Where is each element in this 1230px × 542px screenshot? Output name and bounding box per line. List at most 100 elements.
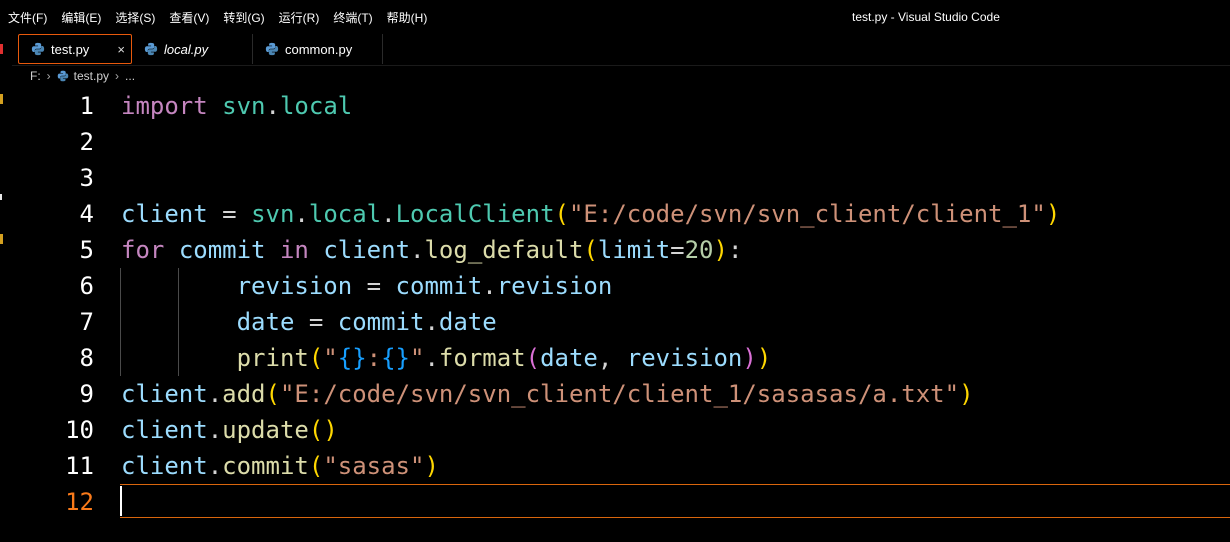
code-token: ( xyxy=(583,236,598,264)
python-icon xyxy=(57,70,68,82)
code-token: client xyxy=(323,236,411,264)
line-number: 8 xyxy=(79,344,94,372)
code-token: {} xyxy=(337,344,367,372)
code-token: ) xyxy=(959,380,974,408)
code-line[interactable]: 9 client.add("E:/code/svn/svn_client/clie… xyxy=(12,376,1230,412)
code-token: = xyxy=(207,200,252,228)
menu-edit[interactable]: 编辑(E) xyxy=(61,9,101,26)
code-token: ( xyxy=(554,200,569,228)
code-token: client xyxy=(121,380,208,408)
code-token: ( xyxy=(265,380,280,408)
code-line[interactable]: 8 print("{}:{}".format(date, revision)) xyxy=(12,340,1230,376)
code-line[interactable]: 4 client = svn.local.LocalClient("E:/code… xyxy=(12,196,1230,232)
breadcrumb: F: › test.py › ... xyxy=(12,66,135,86)
code-token: date xyxy=(236,308,295,336)
code-token: "E:/code/svn/svn_client/client_1" xyxy=(568,200,1046,228)
python-icon xyxy=(144,42,158,56)
code-token: ) xyxy=(742,344,757,372)
code-token: " xyxy=(323,344,338,372)
code-token: client xyxy=(121,416,208,444)
edge-marker xyxy=(0,44,3,54)
breadcrumb-file[interactable]: test.py xyxy=(74,69,109,83)
code-token: commit xyxy=(178,236,266,264)
code-text: client = svn.local.LocalClient("E:/code/… xyxy=(121,196,1060,232)
chevron-right-icon: › xyxy=(115,69,120,83)
menu-selection[interactable]: 选择(S) xyxy=(115,9,155,26)
code-text: client.add("E:/code/svn/svn_client/clien… xyxy=(121,376,974,412)
code-token: commit xyxy=(337,308,425,336)
menu-file[interactable]: 文件(F) xyxy=(8,9,47,26)
line-number: 9 xyxy=(79,380,94,408)
code-token: LocalClient xyxy=(395,200,555,228)
breadcrumb-drive[interactable]: F: xyxy=(30,69,41,83)
code-token: date xyxy=(438,308,497,336)
code-line[interactable]: 3 xyxy=(12,160,1230,196)
left-edge xyxy=(0,34,12,542)
code-token: "sasas" xyxy=(323,452,425,480)
menu-bar: 文件(F) 编辑(E) 选择(S) 查看(V) 转到(G) 运行(R) 终端(T… xyxy=(0,0,441,34)
code-token: . xyxy=(294,200,309,228)
menu-view[interactable]: 查看(V) xyxy=(169,9,209,26)
tab-test-py[interactable]: test.py × xyxy=(18,34,132,64)
code-line[interactable]: 1 import svn.local xyxy=(12,88,1230,124)
python-icon xyxy=(31,42,45,56)
code-token: . xyxy=(410,236,425,264)
code-token: "E:/code/svn/svn_client/client_1/sasasas… xyxy=(279,380,960,408)
code-token: ( xyxy=(308,452,324,480)
code-token: commit xyxy=(222,452,309,480)
tab-label: test.py xyxy=(51,41,90,57)
breadcrumb-more[interactable]: ... xyxy=(125,69,135,83)
line-number: 4 xyxy=(79,200,94,228)
code-token: ) xyxy=(424,452,439,480)
code-text: client.commit("sasas") xyxy=(121,448,439,484)
menu-help[interactable]: 帮助(H) xyxy=(387,9,428,26)
code-token: ( xyxy=(308,416,324,444)
code-token: revision xyxy=(496,272,613,300)
code-token: client xyxy=(121,200,208,228)
line-number: 10 xyxy=(65,416,94,444)
code-token: ) xyxy=(323,416,338,444)
line-number: 12 xyxy=(65,488,94,516)
code-token: import xyxy=(121,92,208,120)
menu-go[interactable]: 转到(G) xyxy=(223,9,264,26)
edge-marker xyxy=(0,234,3,244)
code-line[interactable]: 12 xyxy=(12,484,1230,520)
code-editor[interactable]: 1 import svn.local 2 3 4 client = svn.local.L… xyxy=(12,88,1230,542)
menu-terminal[interactable]: 终端(T) xyxy=(333,9,372,26)
code-token: : xyxy=(727,236,743,264)
code-line[interactable]: 10 client.update() xyxy=(12,412,1230,448)
code-token: . xyxy=(424,308,439,336)
code-token: for xyxy=(121,236,165,264)
code-token: ) xyxy=(1045,200,1061,228)
line-number: 1 xyxy=(79,92,94,120)
line-number: 7 xyxy=(79,308,94,336)
code-text: date = commit.date xyxy=(121,304,497,340)
code-token: . xyxy=(381,200,396,228)
code-token: = xyxy=(294,308,338,336)
code-token: = xyxy=(670,236,685,264)
tab-common-py[interactable]: common.py xyxy=(253,34,383,64)
close-icon[interactable]: × xyxy=(117,42,125,57)
code-token: commit xyxy=(395,272,483,300)
code-token: ( xyxy=(308,344,324,372)
code-token: . xyxy=(265,92,280,120)
menu-run[interactable]: 运行(R) xyxy=(279,9,320,26)
code-token: . xyxy=(207,452,223,480)
code-token: date xyxy=(540,344,598,372)
code-token: {} xyxy=(381,344,411,372)
code-token: . xyxy=(424,344,439,372)
code-token: local xyxy=(279,92,353,120)
code-token: svn xyxy=(222,92,266,120)
code-line[interactable]: 6 revision = commit.revision xyxy=(12,268,1230,304)
code-line[interactable]: 2 xyxy=(12,124,1230,160)
code-line[interactable]: 7 date = commit.date xyxy=(12,304,1230,340)
tab-local-py[interactable]: local.py xyxy=(132,34,253,64)
code-token: local xyxy=(308,200,382,228)
code-line[interactable]: 5 for commit in client.log_default(limit=… xyxy=(12,232,1230,268)
code-line[interactable]: 11 client.commit("sasas") xyxy=(12,448,1230,484)
code-token: revision xyxy=(236,272,353,300)
